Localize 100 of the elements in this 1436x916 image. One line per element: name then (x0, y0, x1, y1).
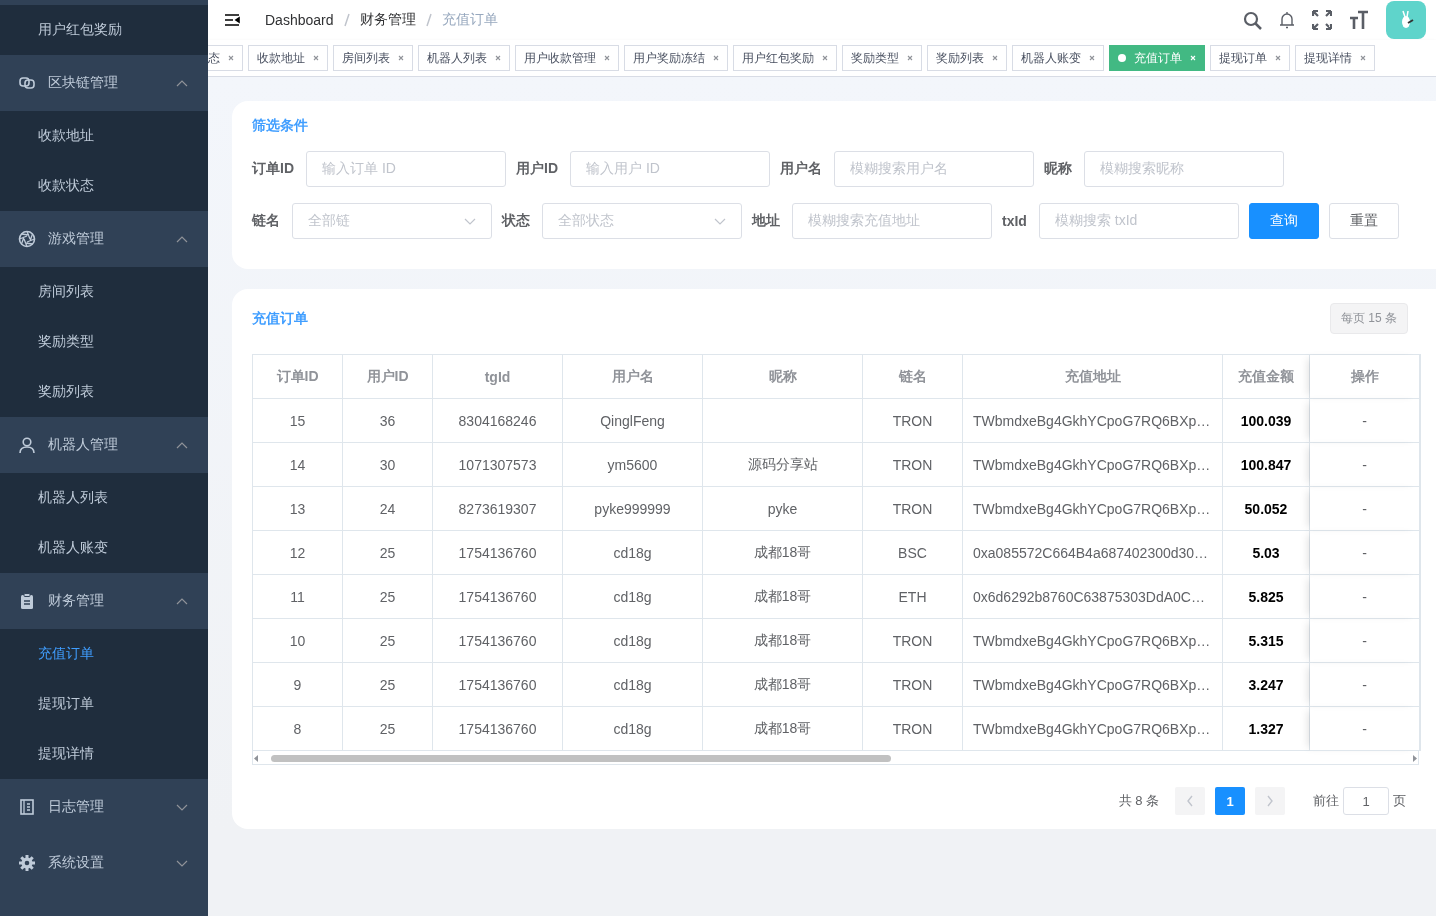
close-icon[interactable] (495, 55, 501, 61)
sidebar-item[interactable]: 用户红包奖励 (0, 5, 208, 55)
sidebar-group[interactable]: 系统设置 (0, 835, 208, 891)
table-cell: 1071307573 (433, 443, 563, 487)
close-icon[interactable] (604, 55, 610, 61)
table-cell: TWbmdxeBg4GkhYCpoG7RQ6BXp… (963, 443, 1223, 487)
page-tab[interactable]: 用户奖励冻结 (624, 45, 728, 71)
column-header: tgId (433, 355, 563, 399)
table-cell: 8304168246 (433, 399, 563, 443)
column-header: 用户名 (563, 355, 703, 399)
sidebar-item[interactable]: 机器人列表 (0, 473, 208, 523)
table-cell: cd18g (563, 531, 703, 575)
page-input[interactable]: 1 (1343, 787, 1389, 815)
sidebar-item[interactable]: 提现详情 (0, 729, 208, 779)
page-tab[interactable]: 提现订单 (1210, 45, 1290, 71)
table-cell: 15 (253, 399, 343, 443)
sidebar-item[interactable]: 奖励列表 (0, 367, 208, 417)
gear-icon (18, 854, 36, 872)
sidebar-item[interactable]: 机器人账变 (0, 523, 208, 573)
table-cell: 13 (253, 487, 343, 531)
table-cell: cd18g (563, 619, 703, 663)
bell-icon[interactable] (1279, 11, 1295, 29)
table-cell: TRON (863, 663, 963, 707)
close-icon[interactable] (907, 55, 913, 61)
page-tab[interactable]: 用户红包奖励 (733, 45, 837, 71)
sidebar-group[interactable]: 日志管理 (0, 779, 208, 835)
sidebar-group[interactable]: 游戏管理 (0, 211, 208, 267)
table-cell: cd18g (563, 575, 703, 619)
page-tab[interactable]: 奖励类型 (842, 45, 922, 71)
avatar-icon[interactable] (1386, 1, 1426, 39)
table-cell: - (1310, 619, 1420, 663)
link-icon (18, 74, 36, 92)
close-icon[interactable] (398, 55, 404, 61)
table-cell: 100.847 (1223, 443, 1310, 487)
sidebar-item[interactable]: 提现订单 (0, 679, 208, 729)
close-icon[interactable] (713, 55, 719, 61)
sidebar-group[interactable]: 区块链管理 (0, 55, 208, 111)
breadcrumb-link[interactable]: Dashboard (265, 12, 334, 28)
table-cell: - (1310, 443, 1420, 487)
table-cell: 源码分享站 (703, 443, 863, 487)
field-label: 订单ID (252, 160, 294, 178)
table-cell: ym5600 (563, 443, 703, 487)
close-icon[interactable] (1360, 55, 1366, 61)
slash-icon (424, 13, 433, 27)
table-cell: 1754136760 (433, 531, 563, 575)
table-cell: ETH (863, 575, 963, 619)
table-cell: QinglFeng (563, 399, 703, 443)
field-label: 链名 (252, 212, 280, 230)
page-tab[interactable]: 奖励列表 (927, 45, 1007, 71)
table-cell: 10 (253, 619, 343, 663)
page-tab[interactable]: 态 (208, 45, 243, 71)
page-tab[interactable]: 机器人列表 (418, 45, 510, 71)
field-label: 地址 (752, 212, 780, 230)
table-cell: TWbmdxeBg4GkhYCpoG7RQ6BXp… (963, 487, 1223, 531)
page-tab[interactable]: 用户收款管理 (515, 45, 619, 71)
clipboard-icon (18, 592, 36, 610)
table-cell: cd18g (563, 663, 703, 707)
close-icon[interactable] (228, 55, 234, 61)
sidebar-item[interactable]: 房间列表 (0, 267, 208, 317)
table-cell: 1.327 (1223, 707, 1310, 751)
close-icon[interactable] (822, 55, 828, 61)
column-header: 链名 (863, 355, 963, 399)
chevron-icon (464, 217, 476, 225)
table-cell: - (1310, 663, 1420, 707)
close-icon[interactable] (992, 55, 998, 61)
sidebar-item[interactable]: 收款状态 (0, 161, 208, 211)
chevron-icon (714, 217, 726, 225)
page-tab[interactable]: 提现详情 (1295, 45, 1375, 71)
table-cell: - (1310, 487, 1420, 531)
close-icon[interactable] (1275, 55, 1281, 61)
search-icon[interactable] (1243, 10, 1262, 30)
table-cell: 30 (343, 443, 433, 487)
table-cell: 成都18哥 (703, 619, 863, 663)
slash-icon (342, 13, 351, 27)
table-cell: pyke999999 (563, 487, 703, 531)
table-cell: 25 (343, 663, 433, 707)
sidebar-group[interactable]: 机器人管理 (0, 417, 208, 473)
text-size-icon[interactable] (1349, 10, 1369, 30)
table-cell: 12 (253, 531, 343, 575)
fullscreen-icon[interactable] (1312, 10, 1332, 30)
chevron-left-icon (1186, 795, 1194, 807)
menu-icon[interactable] (224, 13, 241, 27)
close-icon[interactable] (313, 55, 319, 61)
page-tab[interactable]: 收款地址 (248, 45, 328, 71)
table-cell: 8273619307 (433, 487, 563, 531)
breadcrumb-link[interactable]: 财务管理 (359, 11, 416, 29)
table-cell: 100.039 (1223, 399, 1310, 443)
table-cell: - (1310, 575, 1420, 619)
table-cell: - (1310, 399, 1420, 443)
column-header: 订单ID (253, 355, 343, 399)
sidebar-item[interactable]: 奖励类型 (0, 317, 208, 367)
close-icon[interactable] (1089, 55, 1095, 61)
reset-button[interactable]: 重置 (1328, 203, 1399, 239)
table-cell: TRON (863, 707, 963, 751)
sidebar-item[interactable]: 充值订单 (0, 629, 208, 679)
page-tab[interactable]: 房间列表 (333, 45, 413, 71)
page-tab[interactable]: 机器人账变 (1012, 45, 1104, 71)
sidebar-item[interactable]: 收款地址 (0, 111, 208, 161)
sidebar-group[interactable]: 财务管理 (0, 573, 208, 629)
table-cell: 0x6d6292b8760C63875303DdA0C… (963, 575, 1223, 619)
